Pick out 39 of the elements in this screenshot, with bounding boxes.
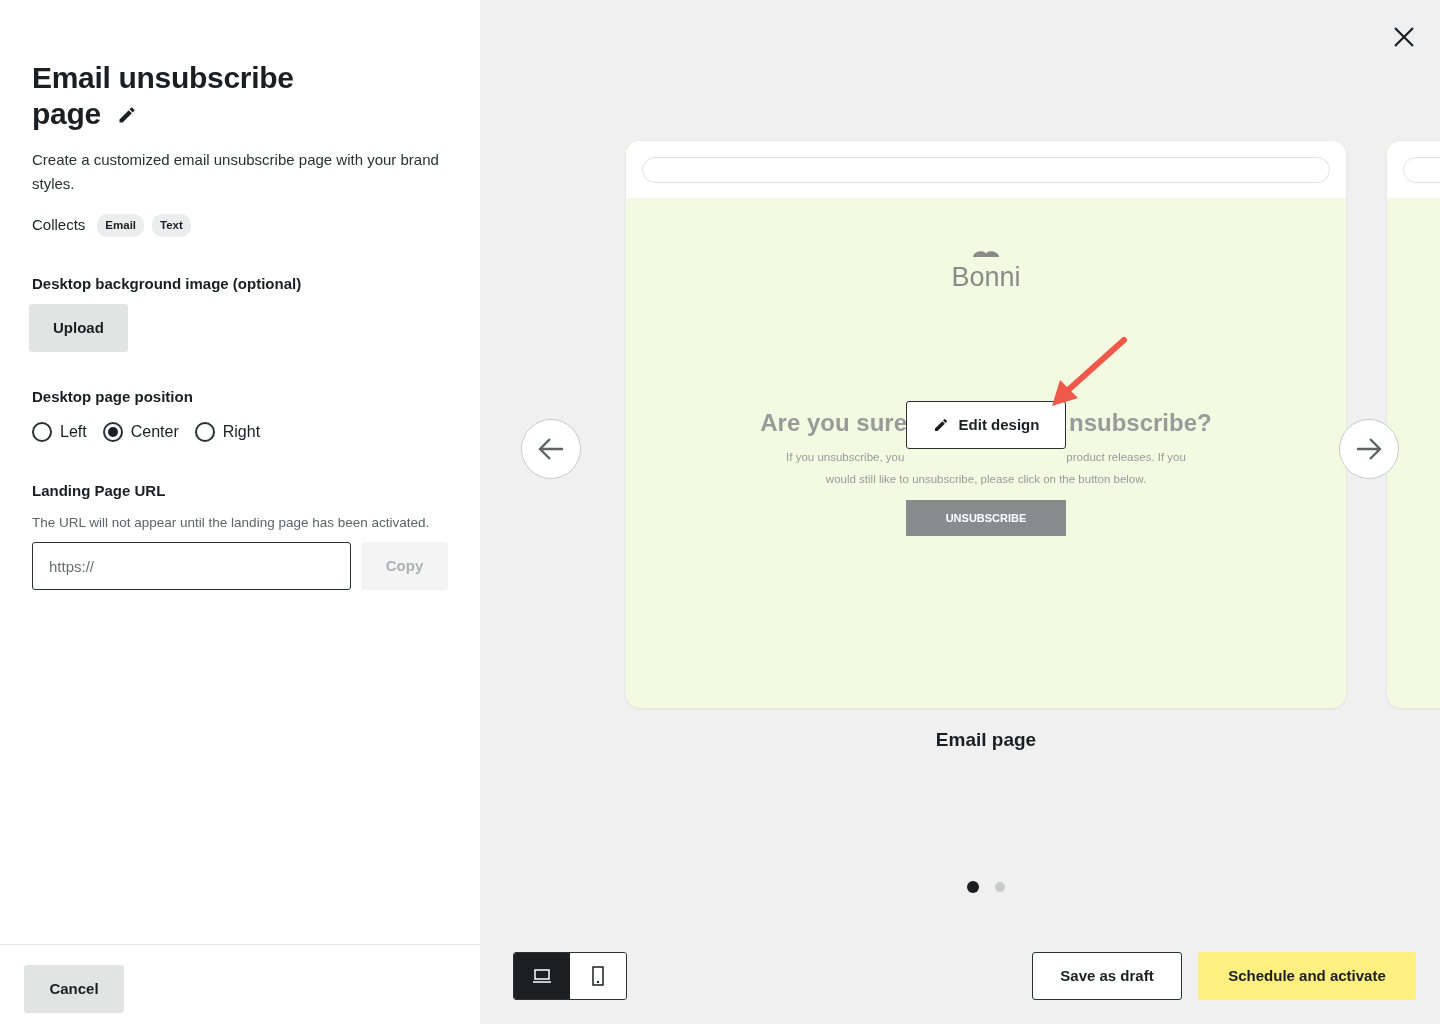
page-dot[interactable] — [967, 880, 979, 893]
save-draft-button[interactable]: Save as draft — [1032, 952, 1182, 1000]
section-label: Landing Page URL — [32, 481, 167, 502]
device-toggle-button[interactable] — [570, 953, 626, 999]
radio-option[interactable]: Left — [32, 420, 87, 445]
help-text: The URL will not appear until the landing page has been activated. — [32, 513, 431, 532]
brand-name: Bonni — [950, 264, 1022, 291]
phone-icon — [591, 966, 605, 986]
description: Create a customized email unsubscribe page with your brand styles. — [32, 150, 440, 194]
device-toggle-button[interactable] — [514, 953, 570, 999]
edit-design-button[interactable]: Edit design — [906, 401, 1066, 449]
collects-label: Collects — [32, 215, 86, 236]
tag: Email — [97, 214, 145, 238]
preview-heading: nsubscribe? — [1069, 408, 1212, 438]
page-caption: Email page — [934, 728, 1038, 752]
arrow-right-icon — [1355, 437, 1383, 461]
copy-button: Copy — [361, 542, 448, 590]
upload-button[interactable]: Upload — [29, 303, 128, 352]
tag: Text — [152, 214, 191, 238]
preview-text: If you unsubscribe, you — [786, 450, 905, 465]
page-title: page — [32, 96, 101, 132]
logo-icon — [972, 248, 1000, 258]
arrow-left-icon — [537, 437, 565, 461]
section-label: Desktop page position — [32, 386, 194, 407]
url-field[interactable]: https:// — [32, 542, 351, 590]
close-icon — [1392, 24, 1416, 49]
preview-heading: Are you sure — [760, 408, 907, 438]
page-dot[interactable] — [995, 881, 1005, 892]
close-button[interactable] — [1392, 24, 1416, 49]
preview-text: product releases. If you — [1066, 450, 1186, 465]
preview-text: would still like to unsubscribe, please click on the button below. — [825, 473, 1147, 486]
page-title: Email unsubscribe — [32, 60, 295, 96]
section-label: Desktop background image (optional) — [32, 274, 303, 295]
pencil-icon — [932, 417, 949, 433]
radio-option[interactable]: Center — [102, 420, 179, 445]
cancel-button[interactable]: Cancel — [24, 965, 124, 1013]
radio-option[interactable]: Right — [194, 420, 261, 445]
laptop-icon — [532, 968, 552, 984]
schedule-activate-button[interactable]: Schedule and activate — [1198, 952, 1416, 1000]
